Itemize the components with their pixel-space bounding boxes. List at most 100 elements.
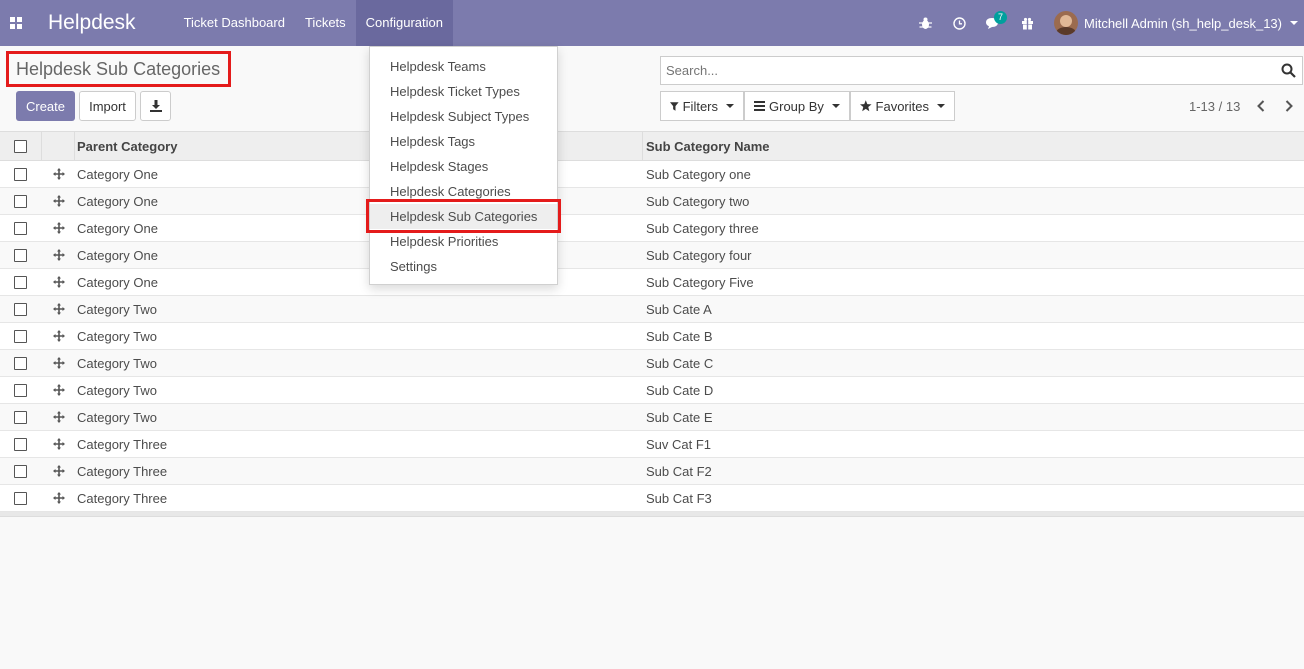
filters-button[interactable]: Filters xyxy=(660,91,744,121)
table-row[interactable]: Category One Sub Category two xyxy=(0,188,1304,215)
avatar xyxy=(1054,11,1078,35)
filters-label: Filters xyxy=(682,98,718,114)
row-checkbox-cell xyxy=(0,377,41,403)
row-checkbox-cell xyxy=(0,350,41,376)
table-row[interactable]: Category Three Sub Cat F3 xyxy=(0,485,1304,512)
group-by-label: Group By xyxy=(769,98,824,114)
drag-handle-icon[interactable] xyxy=(41,242,75,268)
systray: 7 Mitchell Admin (sh_help_desk_13) xyxy=(908,0,1304,46)
menu-tickets[interactable]: Tickets xyxy=(295,0,356,46)
pager-value[interactable]: 1-13 / 13 xyxy=(1189,99,1240,114)
drag-handle-icon[interactable] xyxy=(41,458,75,484)
select-all-checkbox[interactable] xyxy=(14,139,27,153)
table-row[interactable]: Category Three Suv Cat F1 xyxy=(0,431,1304,458)
download-icon xyxy=(149,100,162,112)
drag-handle-icon[interactable] xyxy=(41,269,75,295)
table-row[interactable]: Category Two Sub Cate B xyxy=(0,323,1304,350)
column-header-sub-category-name[interactable]: Sub Category Name xyxy=(643,132,1304,160)
parent-category-cell: Category Two xyxy=(77,328,157,344)
search-bar xyxy=(660,56,1303,85)
menu-item-settings[interactable]: Settings xyxy=(370,254,557,279)
menu-configuration[interactable]: Configuration xyxy=(355,0,453,46)
menu-item-helpdesk-subject-types[interactable]: Helpdesk Subject Types xyxy=(370,104,557,129)
row-checkbox[interactable] xyxy=(14,248,27,262)
row-checkbox[interactable] xyxy=(14,167,27,181)
table-row[interactable]: Category Two Sub Cate D xyxy=(0,377,1304,404)
filter-icon xyxy=(670,101,679,111)
sub-category-name-cell: Sub Cate D xyxy=(646,382,714,398)
table-body: Category One Sub Category one Category One… xyxy=(0,161,1304,512)
table-row[interactable]: Category One Sub Category Five xyxy=(0,269,1304,296)
table-row[interactable]: Category Two Sub Cate E xyxy=(0,404,1304,431)
row-checkbox[interactable] xyxy=(14,383,27,397)
bug-icon[interactable] xyxy=(908,0,942,46)
table-row[interactable]: Category One Sub Category four xyxy=(0,242,1304,269)
page-title: Helpdesk Sub Categories xyxy=(16,58,221,79)
search-input[interactable] xyxy=(666,63,1266,78)
drag-handle-icon[interactable] xyxy=(41,377,75,403)
row-checkbox[interactable] xyxy=(14,410,27,424)
menu-ticket-dashboard[interactable]: Ticket Dashboard xyxy=(174,0,295,46)
row-checkbox-cell xyxy=(0,458,41,484)
table-row[interactable]: Category Two Sub Cate C xyxy=(0,350,1304,377)
sub-category-name-cell: Sub Cate B xyxy=(646,328,713,344)
parent-category-cell: Category Three xyxy=(77,463,168,479)
table-row[interactable]: Category Three Sub Cat F2 xyxy=(0,458,1304,485)
drag-handle-icon[interactable] xyxy=(41,323,75,349)
row-checkbox[interactable] xyxy=(14,356,27,370)
create-button[interactable]: Create xyxy=(16,91,75,121)
row-checkbox[interactable] xyxy=(14,275,27,289)
pager-previous-button[interactable] xyxy=(1253,97,1269,115)
menu-item-helpdesk-stages[interactable]: Helpdesk Stages xyxy=(370,154,557,179)
table-row[interactable]: Category One Sub Category three xyxy=(0,215,1304,242)
configuration-dropdown: Helpdesk Teams Helpdesk Ticket Types Helpd… xyxy=(369,46,558,285)
favorites-label: Favorites xyxy=(875,98,929,114)
parent-category-cell: Category Two xyxy=(77,382,157,398)
table-row[interactable]: Category One Sub Category one xyxy=(0,161,1304,188)
drag-handle-icon[interactable] xyxy=(41,161,75,187)
drag-handle-icon[interactable] xyxy=(41,350,75,376)
row-checkbox[interactable] xyxy=(14,194,27,208)
gift-icon[interactable] xyxy=(1010,0,1044,46)
row-checkbox[interactable] xyxy=(14,491,27,505)
menu-item-helpdesk-priorities[interactable]: Helpdesk Priorities xyxy=(370,229,557,254)
row-checkbox-cell xyxy=(0,404,41,430)
menu-item-helpdesk-tags[interactable]: Helpdesk Tags xyxy=(370,129,557,154)
select-all-checkbox-cell xyxy=(0,132,41,160)
drag-handle-icon[interactable] xyxy=(41,188,75,214)
apps-menu-icon[interactable] xyxy=(0,0,32,46)
group-by-button[interactable]: Group By xyxy=(744,91,850,121)
pager-next-button[interactable] xyxy=(1281,97,1297,115)
search-icon[interactable] xyxy=(1281,63,1296,81)
chat-icon[interactable]: 7 xyxy=(976,0,1010,46)
drag-handle-icon[interactable] xyxy=(41,485,75,511)
sub-category-name-cell: Sub Category three xyxy=(646,220,759,236)
drag-handle-icon[interactable] xyxy=(41,404,75,430)
parent-category-cell: Category Three xyxy=(77,436,168,452)
menu-item-helpdesk-sub-categories[interactable]: Helpdesk Sub Categories xyxy=(370,204,557,229)
chevron-down-icon xyxy=(726,104,734,108)
row-checkbox[interactable] xyxy=(14,464,27,478)
chevron-right-icon xyxy=(1285,100,1293,112)
app-brand[interactable]: Helpdesk xyxy=(48,11,136,35)
menu-item-helpdesk-ticket-types[interactable]: Helpdesk Ticket Types xyxy=(370,79,557,104)
menu-item-helpdesk-categories[interactable]: Helpdesk Categories xyxy=(370,179,557,204)
row-checkbox[interactable] xyxy=(14,302,27,316)
table-row[interactable]: Category Two Sub Cate A xyxy=(0,296,1304,323)
clock-icon[interactable] xyxy=(942,0,976,46)
row-checkbox[interactable] xyxy=(14,221,27,235)
top-navbar: Helpdesk Ticket Dashboard Tickets Config… xyxy=(0,0,1304,46)
chevron-down-icon xyxy=(831,104,840,108)
drag-handle-icon[interactable] xyxy=(41,431,75,457)
user-menu[interactable]: Mitchell Admin (sh_help_desk_13) xyxy=(1044,0,1304,46)
row-checkbox[interactable] xyxy=(14,437,27,451)
chevron-down-icon xyxy=(937,104,945,108)
download-button[interactable] xyxy=(140,91,171,121)
drag-handle-icon[interactable] xyxy=(41,215,75,241)
row-checkbox[interactable] xyxy=(14,329,27,343)
favorites-button[interactable]: Favorites xyxy=(850,91,955,121)
import-button[interactable]: Import xyxy=(79,91,136,121)
menu-item-helpdesk-teams[interactable]: Helpdesk Teams xyxy=(370,54,557,79)
drag-handle-icon[interactable] xyxy=(41,296,75,322)
sub-category-name-cell: Sub Cat F2 xyxy=(646,463,712,479)
